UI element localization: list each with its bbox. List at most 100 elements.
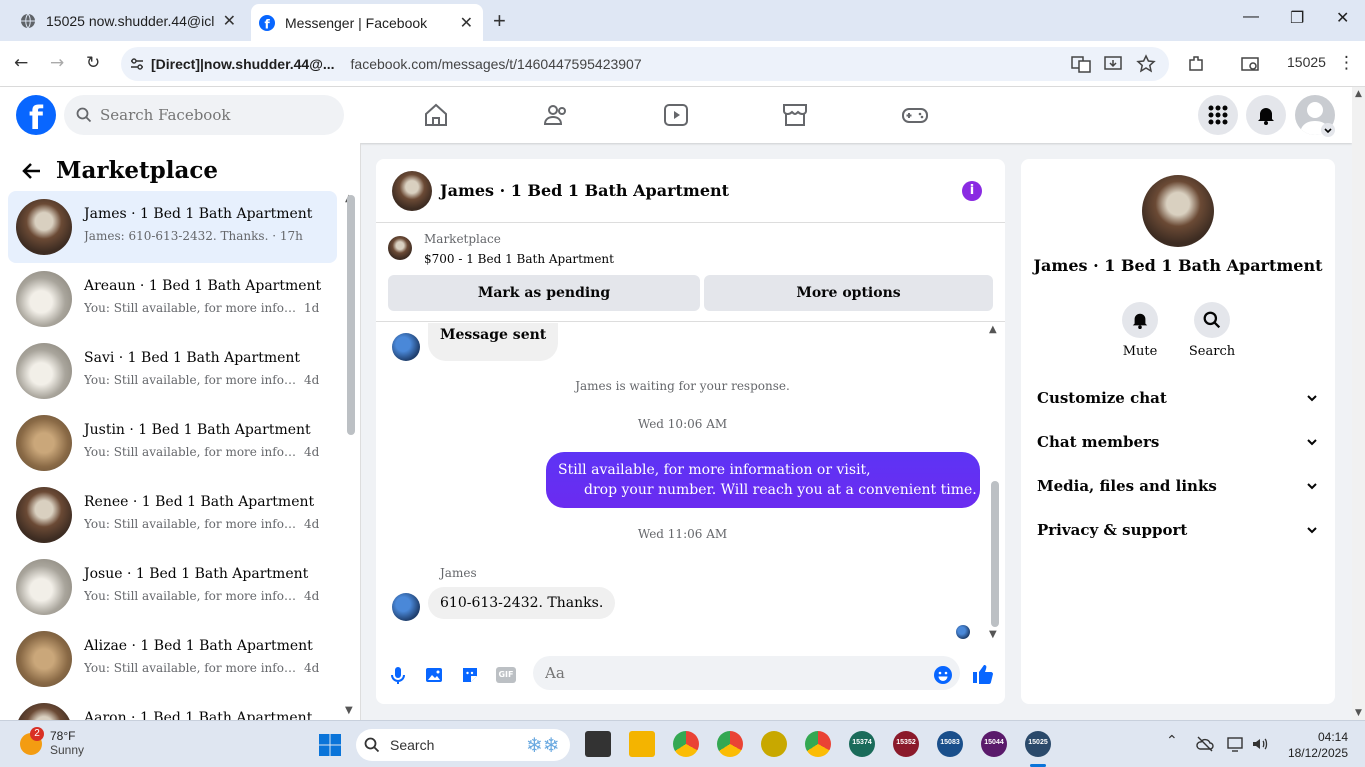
- temperature: 78°F: [50, 729, 76, 743]
- install-icon[interactable]: [1103, 54, 1123, 74]
- conversation-item[interactable]: Renee · 1 Bed 1 Bath Apartment You: Stil…: [8, 479, 337, 551]
- tab-title: 15025 now.shudder.44@icl: [46, 12, 214, 29]
- translate-icon[interactable]: [1071, 54, 1091, 74]
- forward-arrow-icon[interactable]: →: [50, 53, 64, 73]
- listing-thumbnail: [16, 271, 72, 327]
- close-tab-icon[interactable]: ✕: [223, 11, 236, 31]
- browser-menu-icon[interactable]: ⋮: [1338, 53, 1355, 73]
- search-button[interactable]: Search: [1176, 302, 1248, 359]
- profile-number[interactable]: 15025: [1287, 54, 1326, 70]
- volume-icon[interactable]: [1251, 735, 1269, 753]
- conversation-item[interactable]: Justin · 1 Bed 1 Bath Apartment You: Sti…: [8, 407, 337, 479]
- conversation-item[interactable]: Alizae · 1 Bed 1 Bath Apartment You: Sti…: [8, 623, 337, 695]
- bookmark-star-icon[interactable]: [1136, 54, 1156, 74]
- notifications-button[interactable]: [1246, 95, 1286, 135]
- tab-messenger[interactable]: f Messenger | Facebook ✕: [251, 4, 483, 41]
- conversation-item[interactable]: Areaun · 1 Bed 1 Bath Apartment You: Sti…: [8, 263, 337, 335]
- chat-thumbnail[interactable]: [392, 171, 432, 211]
- page-scrollbar[interactable]: ▲ ▼: [1352, 87, 1365, 720]
- gif-button[interactable]: GIF: [496, 667, 516, 683]
- message-input[interactable]: [533, 656, 960, 690]
- conversation-item[interactable]: Aaron · 1 Bed 1 Bath Apartment: [8, 695, 337, 720]
- omnibox[interactable]: [Direct]|now.shudder.44@... facebook.com…: [121, 47, 1169, 81]
- chrome-icon[interactable]: [673, 731, 699, 757]
- site-settings-icon[interactable]: [129, 56, 145, 72]
- app-icon[interactable]: [761, 731, 787, 757]
- scroll-up-arrow-icon[interactable]: ▲: [1352, 87, 1365, 99]
- conversation-item[interactable]: Josue · 1 Bed 1 Bath Apartment You: Stil…: [8, 551, 337, 623]
- more-options-button[interactable]: More options: [704, 275, 993, 311]
- cloud-off-icon[interactable]: [1196, 735, 1214, 753]
- extensions-icon[interactable]: [1186, 54, 1206, 74]
- sender-avatar[interactable]: [392, 593, 420, 621]
- section-privacy-support[interactable]: Privacy & support: [1037, 508, 1319, 552]
- facebook-logo-icon[interactable]: f: [16, 95, 56, 135]
- conversation-item[interactable]: James · 1 Bed 1 Bath Apartment James: 61…: [8, 191, 337, 263]
- profile-app-icon[interactable]: 15025: [1025, 731, 1051, 757]
- scroll-down-arrow-icon[interactable]: ▼: [989, 629, 997, 640]
- section-media-files-links[interactable]: Media, files and links: [1037, 464, 1319, 508]
- weather-widget[interactable]: 78°F Sunny: [50, 729, 84, 757]
- search-label: Search: [390, 737, 435, 753]
- file-explorer-icon[interactable]: [629, 731, 655, 757]
- taskview-app-icon[interactable]: [585, 731, 611, 757]
- listing-thumbnail: [16, 631, 72, 687]
- listing-title[interactable]: $700 - 1 Bed 1 Bath Apartment: [424, 252, 614, 266]
- emoji-icon[interactable]: [933, 665, 953, 685]
- outgoing-message-bubble: Still available, for more information or…: [546, 452, 1005, 508]
- profile-app-icon[interactable]: 15044: [981, 731, 1007, 757]
- search-input[interactable]: [100, 106, 320, 124]
- taskbar-search[interactable]: Search ❄❄: [356, 729, 570, 761]
- conversation-item[interactable]: Savi · 1 Bed 1 Bath Apartment You: Still…: [8, 335, 337, 407]
- photo-icon[interactable]: [424, 665, 444, 685]
- message-composer: GIF: [376, 649, 1005, 704]
- maximize-button[interactable]: ❐: [1290, 8, 1304, 28]
- section-chat-members[interactable]: Chat members: [1037, 420, 1319, 464]
- back-arrow-icon[interactable]: [22, 161, 42, 181]
- marketplace-icon[interactable]: [781, 101, 809, 129]
- back-arrow-icon[interactable]: ←: [14, 53, 28, 73]
- network-icon[interactable]: [1226, 735, 1244, 753]
- tab-search-icon[interactable]: [1240, 54, 1260, 74]
- sender-avatar[interactable]: [392, 333, 420, 361]
- facebook-search[interactable]: [64, 95, 344, 135]
- new-tab-button[interactable]: +: [493, 8, 506, 34]
- minimize-button[interactable]: —: [1243, 8, 1259, 26]
- info-icon[interactable]: i: [962, 181, 982, 201]
- friends-icon[interactable]: [542, 101, 570, 129]
- sidebar-scrollbar[interactable]: [347, 195, 355, 435]
- thumbs-up-icon[interactable]: [972, 663, 994, 685]
- mark-as-pending-button[interactable]: Mark as pending: [388, 275, 700, 311]
- chrome-profile-icon[interactable]: [805, 731, 831, 757]
- conversation-preview: You: Still available, for more informat.…: [84, 373, 299, 387]
- chevron-down-icon[interactable]: [1321, 123, 1335, 137]
- close-window-button[interactable]: ✕: [1336, 8, 1349, 28]
- reload-icon[interactable]: ↻: [86, 53, 100, 73]
- svg-text:f: f: [265, 17, 271, 31]
- listing-thumbnail[interactable]: [1142, 175, 1214, 247]
- mute-button[interactable]: Mute: [1104, 302, 1176, 359]
- section-customize-chat[interactable]: Customize chat: [1037, 376, 1319, 420]
- video-icon[interactable]: [662, 101, 690, 129]
- listing-thumbnail[interactable]: [388, 236, 412, 260]
- chevron-up-icon[interactable]: ⌃: [1166, 733, 1178, 749]
- chat-title[interactable]: James · 1 Bed 1 Bath Apartment: [440, 181, 729, 200]
- chat-scrollbar[interactable]: [991, 481, 999, 627]
- profile-app-icon[interactable]: 15374: [849, 731, 875, 757]
- windows-start-icon[interactable]: [318, 733, 342, 757]
- chrome-profile-icon[interactable]: [717, 731, 743, 757]
- system-clock[interactable]: 04:14 18/12/2025: [1284, 729, 1348, 761]
- scroll-down-arrow-icon[interactable]: ▼: [345, 705, 353, 716]
- conversation-name: James · 1 Bed 1 Bath Apartment: [1033, 256, 1323, 275]
- tab-other[interactable]: 15025 now.shudder.44@icl ✕: [8, 0, 246, 41]
- home-icon[interactable]: [422, 101, 450, 129]
- profile-app-icon[interactable]: 15083: [937, 731, 963, 757]
- sticker-icon[interactable]: [460, 665, 480, 685]
- menu-grid-button[interactable]: [1198, 95, 1238, 135]
- scroll-up-arrow-icon[interactable]: ▲: [989, 324, 997, 335]
- microphone-icon[interactable]: [388, 665, 408, 685]
- scroll-down-arrow-icon[interactable]: ▼: [1352, 708, 1365, 718]
- gaming-icon[interactable]: [901, 101, 929, 129]
- profile-app-icon[interactable]: 15352: [893, 731, 919, 757]
- close-tab-icon[interactable]: ✕: [460, 13, 473, 33]
